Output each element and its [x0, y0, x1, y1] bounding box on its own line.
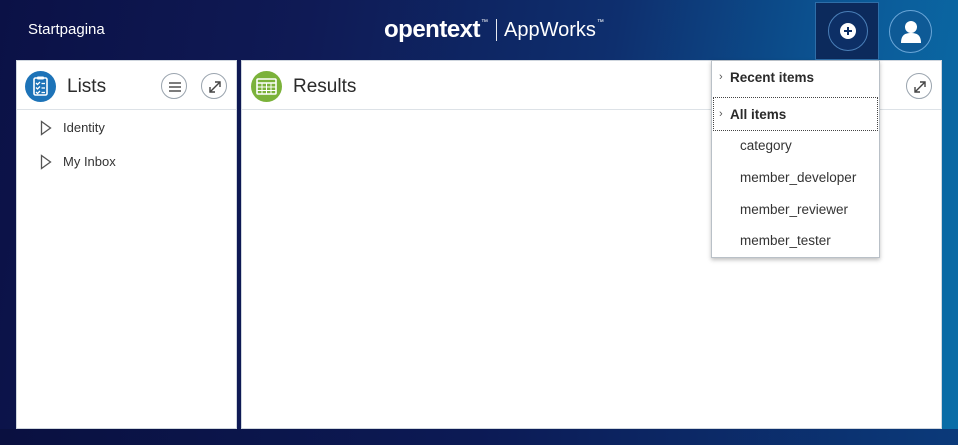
brand-trademark: ™	[481, 18, 489, 26]
user-menu-button[interactable]	[889, 10, 932, 53]
plus-circle-icon	[828, 11, 868, 51]
brand-separator	[496, 19, 498, 41]
user-icon	[901, 21, 921, 43]
expand-triangle-icon	[40, 120, 52, 136]
menu-item-member-reviewer[interactable]: member_reviewer	[740, 202, 848, 217]
brand-logo: opentext ™ AppWorks ™	[384, 14, 604, 46]
app-header: Startpagina opentext ™ AppWorks ™	[0, 0, 958, 60]
create-menu-dropdown: › Recent items › All items category memb…	[711, 60, 880, 258]
menu-item-member-tester[interactable]: member_tester	[740, 233, 831, 248]
tree-item-my-inbox[interactable]: My Inbox	[17, 144, 236, 178]
expand-triangle-icon	[40, 154, 52, 170]
table-icon	[251, 71, 282, 102]
recent-items-section[interactable]: › Recent items	[712, 61, 879, 95]
tree-item-label: My Inbox	[63, 154, 116, 169]
all-items-section[interactable]: › All items	[713, 97, 878, 131]
tree-item-identity[interactable]: Identity	[17, 110, 236, 144]
results-expand-button[interactable]	[906, 73, 932, 99]
menu-item-member-developer[interactable]: member_developer	[740, 170, 856, 185]
results-title: Results	[293, 76, 357, 97]
lists-panel: Lists Identity My Inbox	[16, 60, 237, 429]
create-button[interactable]	[815, 2, 879, 60]
home-link[interactable]: Startpagina	[28, 21, 105, 38]
bottom-band	[0, 429, 958, 445]
expand-icon	[209, 81, 221, 93]
brand-name: opentext	[384, 16, 481, 43]
lists-title: Lists	[67, 76, 107, 97]
product-trademark: ™	[596, 18, 604, 26]
brand-product: AppWorks	[504, 18, 596, 41]
chevron-right-icon: ›	[719, 71, 723, 83]
lists-panel-header: Lists	[17, 61, 236, 110]
lists-menu-button[interactable]	[161, 73, 187, 99]
menu-item-category[interactable]: category	[740, 138, 792, 153]
tree-item-label: Identity	[63, 120, 105, 135]
lists-tree: Identity My Inbox	[17, 110, 236, 178]
checklist-icon	[25, 71, 56, 102]
chevron-right-icon: ›	[719, 108, 723, 120]
lists-expand-button[interactable]	[201, 73, 227, 99]
all-items-label: All items	[730, 107, 787, 122]
recent-items-label: Recent items	[730, 70, 815, 85]
hamburger-icon	[169, 82, 181, 92]
expand-icon	[914, 81, 926, 93]
